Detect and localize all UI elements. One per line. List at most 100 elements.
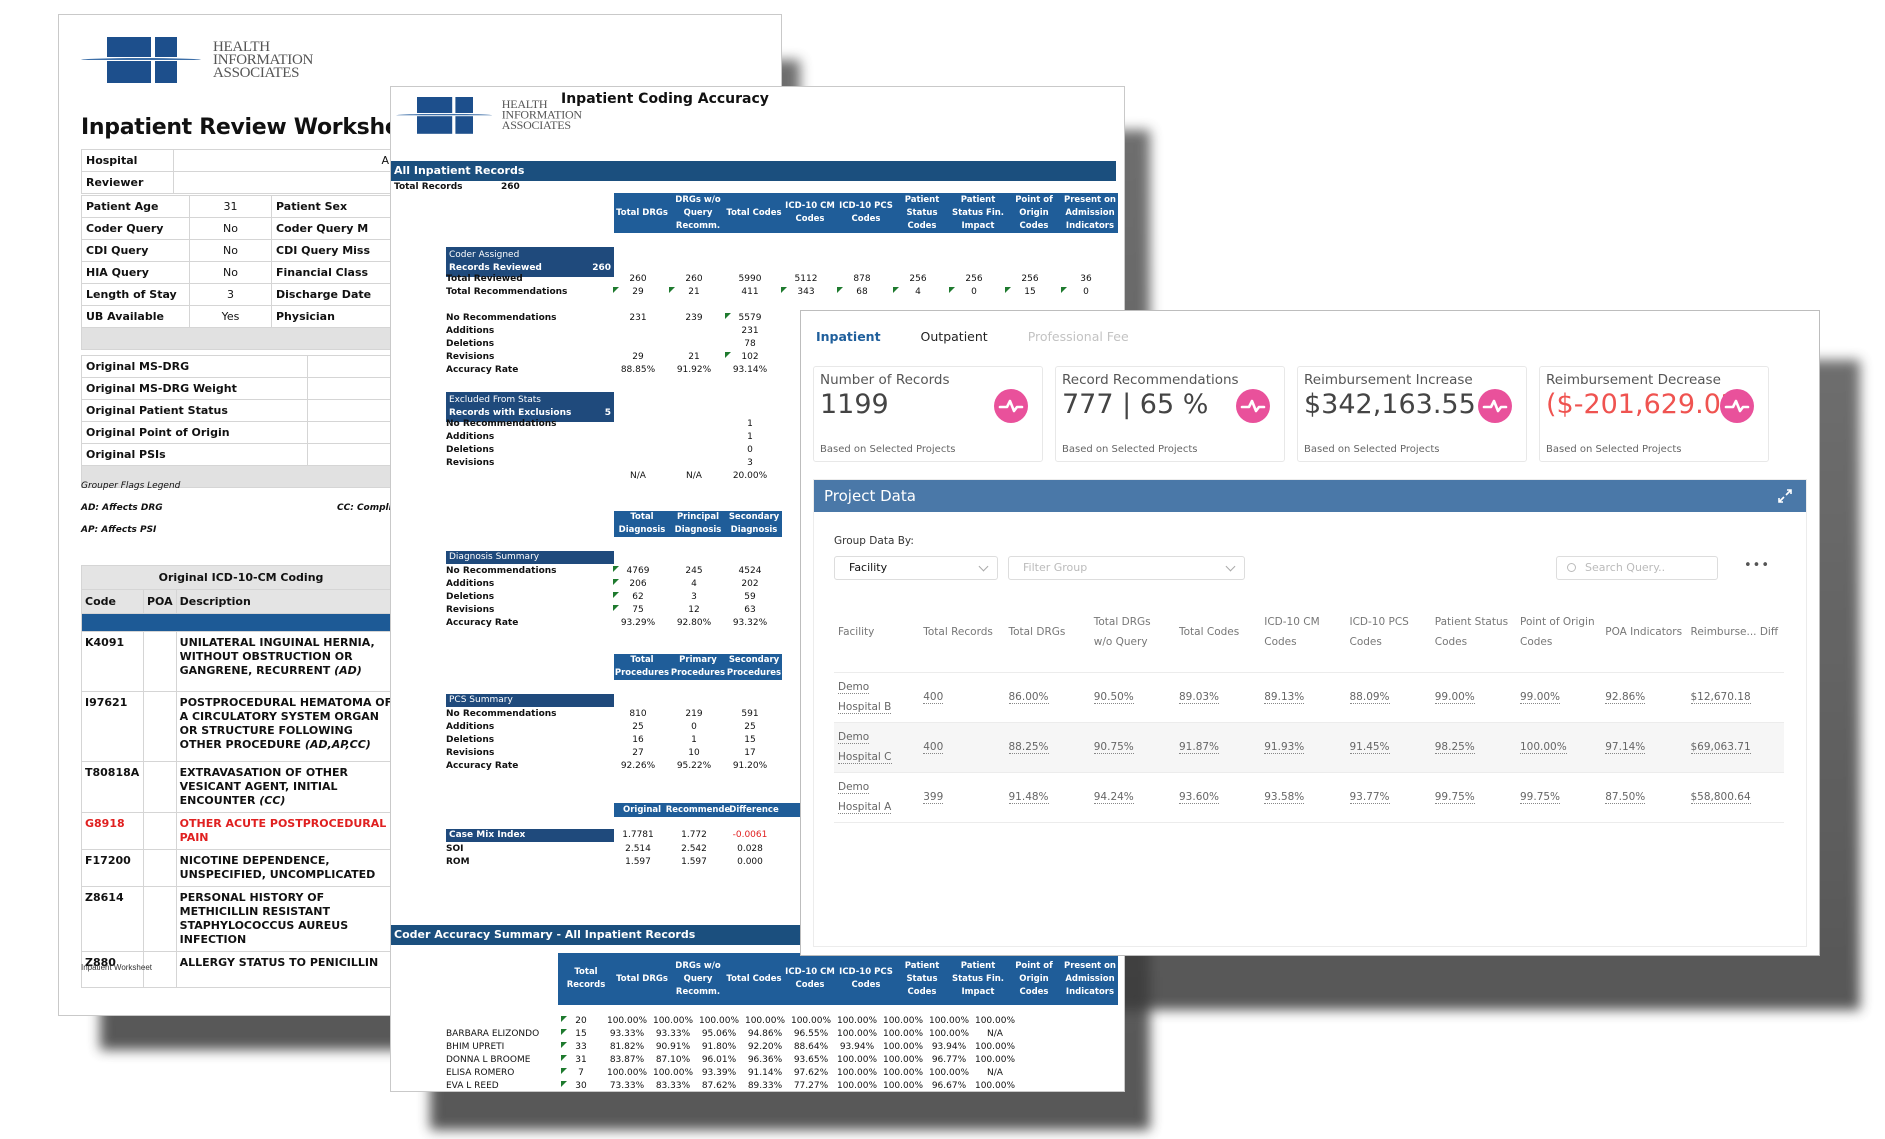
grid-row: Additions 1 bbox=[443, 431, 778, 444]
hia-logo: HEALTH INFORMATION ASSOCIATES bbox=[81, 37, 313, 83]
tab-outpatient[interactable]: Outpatient bbox=[921, 329, 988, 344]
metric-value[interactable]: 90.75% bbox=[1093, 741, 1134, 754]
column-header[interactable]: POA Indicators bbox=[1601, 592, 1687, 673]
metric-link: 399 bbox=[919, 772, 1005, 823]
grid-row: No Recommendations 1 bbox=[443, 418, 778, 431]
facility-name[interactable]: Demo Hospital A bbox=[838, 781, 892, 814]
filter-group-select[interactable]: Filter Group bbox=[1008, 556, 1245, 580]
worksheet-footer: Inpatient Worksheet bbox=[81, 963, 153, 972]
row-value: 91.80% bbox=[701, 1042, 737, 1052]
row-value: 97.62% bbox=[793, 1068, 829, 1078]
column-header[interactable]: Patient Status Codes bbox=[1430, 592, 1516, 673]
metric-value[interactable]: 86.00% bbox=[1008, 691, 1049, 704]
column-header: ICD-10 CM Codes bbox=[785, 201, 835, 224]
project-data-table: Facility Total Records Total DRGs Total DRG… bbox=[834, 592, 1784, 823]
metric-value[interactable]: 93.60% bbox=[1179, 791, 1220, 804]
metric-value[interactable]: 91.48% bbox=[1008, 791, 1049, 804]
metric-value[interactable]: 99.00% bbox=[1520, 691, 1561, 704]
column-header[interactable]: Total Records bbox=[919, 592, 1005, 673]
row-value: 1 bbox=[747, 419, 753, 429]
facility-name[interactable]: Demo Hospital B bbox=[838, 681, 892, 714]
metric-value[interactable]: 99.75% bbox=[1434, 791, 1475, 804]
metric-value[interactable]: 94.24% bbox=[1093, 791, 1134, 804]
metric-value[interactable]: 92.86% bbox=[1605, 691, 1646, 704]
metric-value[interactable]: 89.13% bbox=[1264, 691, 1305, 704]
grid-row: 1.7781 1.772 -0.0061 bbox=[443, 829, 778, 842]
column-header[interactable]: Facility bbox=[834, 592, 920, 673]
facility-link: Demo Hospital C bbox=[834, 722, 920, 773]
metric-value[interactable]: $69,063.71 bbox=[1690, 741, 1751, 754]
metric-value[interactable]: 98.25% bbox=[1434, 741, 1475, 754]
metric-value[interactable]: 93.58% bbox=[1264, 791, 1305, 804]
column-header[interactable]: Reimburse... Diff bbox=[1686, 592, 1784, 673]
metric-value[interactable]: $58,800.64 bbox=[1690, 791, 1751, 804]
tab-inpatient[interactable]: Inpatient bbox=[816, 329, 881, 344]
metric-value[interactable]: 91.87% bbox=[1179, 741, 1220, 754]
column-header[interactable]: Point of Origin Codes bbox=[1516, 592, 1602, 673]
metric-value[interactable]: 91.93% bbox=[1264, 741, 1305, 754]
cmi-grid: SOI 2.514 2.542 0.028 ROM 1.597 1.597 0.000 bbox=[443, 843, 778, 869]
row-value: 96.36% bbox=[747, 1055, 783, 1065]
column-header[interactable]: ICD-10 CM Codes bbox=[1260, 592, 1346, 673]
metric-link: 90.75% bbox=[1089, 722, 1175, 773]
group-by-select[interactable]: Facility bbox=[834, 556, 998, 580]
metric-value[interactable]: 88.09% bbox=[1349, 691, 1390, 704]
row-value: 0 bbox=[946, 286, 1002, 299]
column-header[interactable]: Total Codes bbox=[1175, 592, 1261, 673]
metric-value[interactable]: 87.50% bbox=[1605, 791, 1646, 804]
diagnosis-summary-box: Diagnosis Summary bbox=[446, 551, 614, 564]
row-label: Deletions bbox=[446, 735, 495, 745]
row-value: 1.597 bbox=[625, 857, 651, 867]
row-value: 73.33% bbox=[609, 1081, 645, 1091]
row-value: 0 bbox=[747, 445, 753, 455]
search-input[interactable]: Search Query.. bbox=[1556, 556, 1718, 580]
row-value: 96.55% bbox=[793, 1029, 829, 1039]
metric-value[interactable]: $12,670.18 bbox=[1690, 691, 1751, 704]
grid-row: SOI 2.514 2.542 0.028 bbox=[443, 843, 778, 856]
metric-value[interactable]: 399 bbox=[923, 791, 944, 804]
metric-value[interactable]: 89.03% bbox=[1179, 691, 1220, 704]
coder-summary-grid: 20 100.00% 100.00% 100.00% 100.00% 100.00% 100… bbox=[391, 1015, 1018, 1091]
metric-value[interactable]: 97.14% bbox=[1605, 741, 1646, 754]
pulse-icon bbox=[1478, 389, 1512, 423]
grid-row: BARBARA ELIZONDO 15 93.33% 93.33% 95.06% 94.8… bbox=[391, 1028, 1018, 1041]
metric-link: $12,670.18 bbox=[1686, 672, 1784, 723]
group-by-value: Facility bbox=[849, 561, 888, 574]
column-header: DRGs w/o Query Recomm. bbox=[675, 960, 721, 997]
metric-value[interactable]: 400 bbox=[923, 741, 944, 754]
row-value: 25 bbox=[744, 722, 756, 732]
metric-value[interactable]: 99.00% bbox=[1434, 691, 1475, 704]
coder-summary-column-header: Total Records Total DRGs DRGs w/o Query Re… bbox=[558, 953, 1118, 1005]
metric-value[interactable]: 100.00% bbox=[1520, 741, 1567, 754]
panel-title: Project Data bbox=[824, 487, 916, 505]
metric-value[interactable]: 99.75% bbox=[1520, 791, 1561, 804]
row-value: 1 bbox=[691, 735, 697, 745]
facility-name[interactable]: Demo Hospital C bbox=[838, 731, 892, 764]
metric-value[interactable]: 88.25% bbox=[1008, 741, 1049, 754]
metric-value[interactable]: 93.77% bbox=[1349, 791, 1390, 804]
expand-icon[interactable] bbox=[1776, 487, 1794, 505]
row-value: 90.91% bbox=[655, 1042, 691, 1052]
row-value: N/A bbox=[987, 1068, 1003, 1078]
more-options-button[interactable]: ••• bbox=[1744, 558, 1770, 573]
row-value: 25 bbox=[632, 722, 644, 732]
row-value: 256 bbox=[1021, 274, 1039, 284]
row-label bbox=[443, 299, 610, 312]
row-value: 100.00% bbox=[790, 1016, 832, 1026]
row-value: 206 bbox=[610, 578, 666, 591]
metric-value[interactable]: 400 bbox=[923, 691, 944, 704]
column-header[interactable]: Total DRGs w/o Query bbox=[1089, 592, 1175, 673]
column-header[interactable]: Total DRGs bbox=[1004, 592, 1090, 673]
metric-value[interactable]: 91.45% bbox=[1349, 741, 1390, 754]
row-value: 100.00% bbox=[974, 1081, 1016, 1091]
coder-assigned-label: Coder Assigned bbox=[449, 250, 520, 260]
row-value: 93.94% bbox=[839, 1042, 875, 1052]
metric-value[interactable]: 90.50% bbox=[1093, 691, 1134, 704]
row-value: 100.00% bbox=[882, 1081, 924, 1091]
column-header[interactable]: ICD-10 PCS Codes bbox=[1345, 592, 1431, 673]
row-value: 100.00% bbox=[882, 1029, 924, 1039]
code-value: F17200 bbox=[81, 849, 144, 887]
row-value: 100.00% bbox=[836, 1029, 878, 1039]
metric-link: 91.45% bbox=[1345, 722, 1431, 773]
legend-ap: AP: Affects PSI bbox=[81, 525, 157, 535]
